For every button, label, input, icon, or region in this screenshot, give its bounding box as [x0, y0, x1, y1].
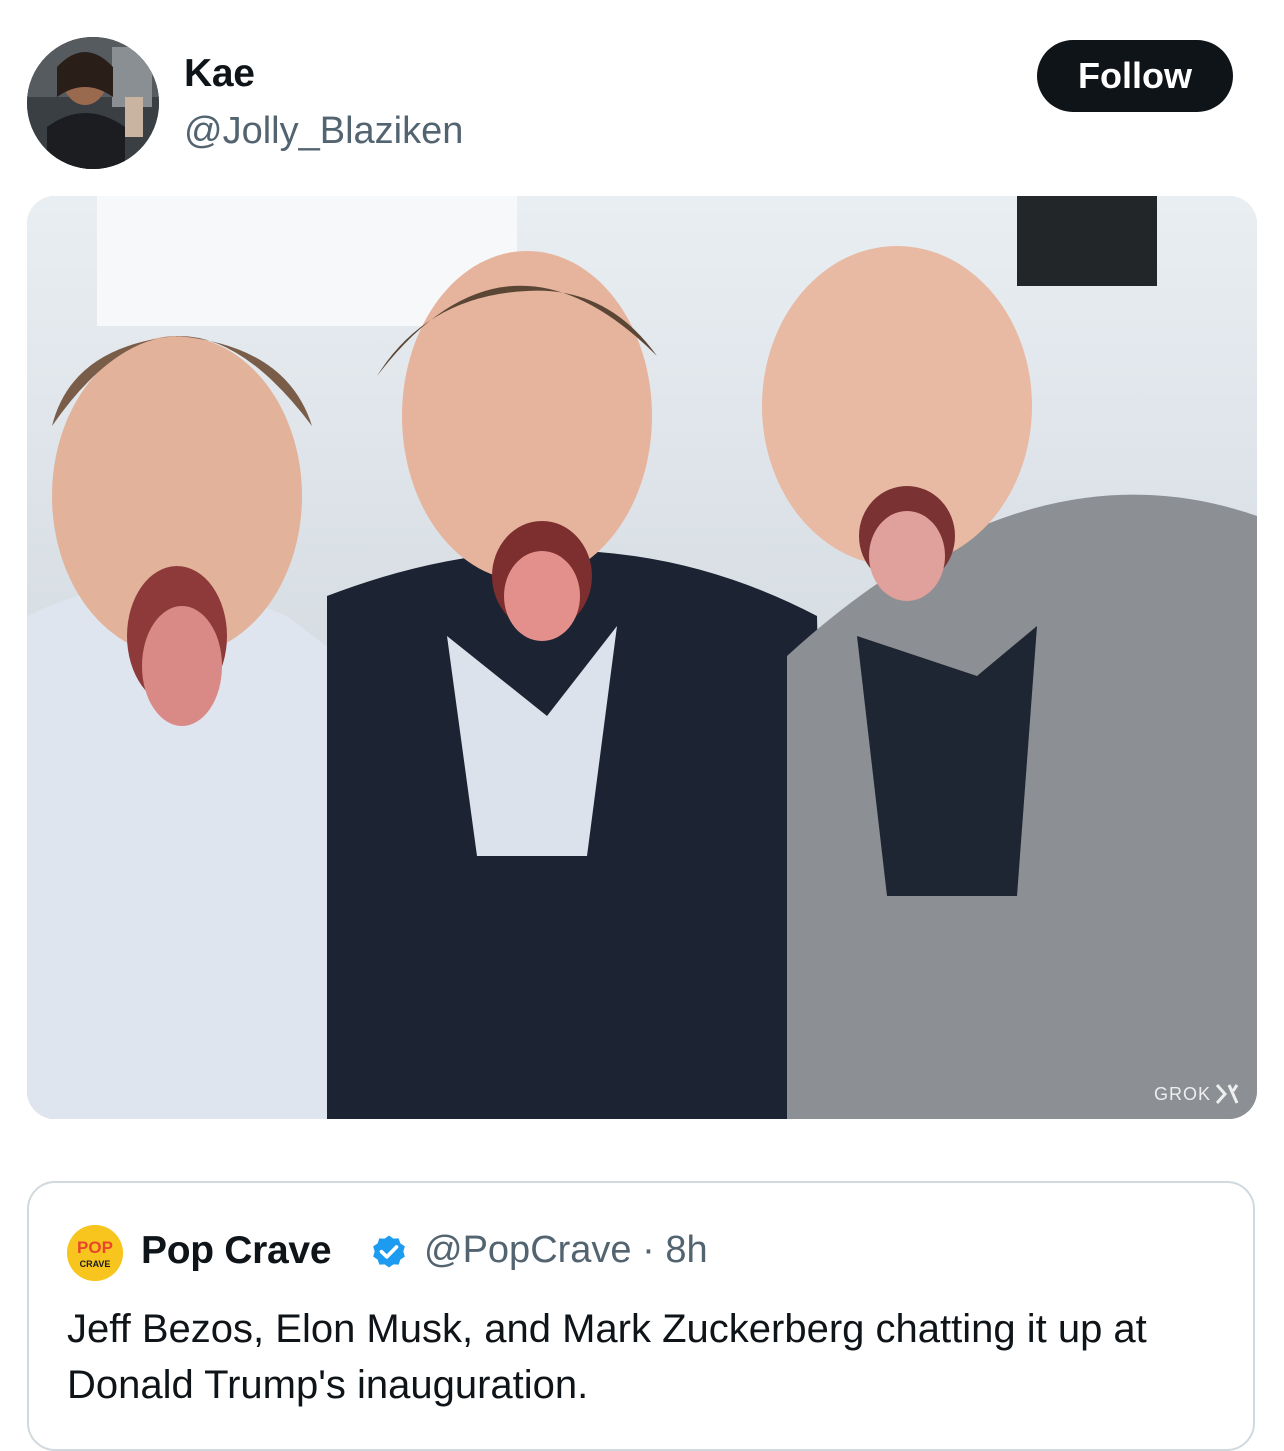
post-image[interactable]: GROK — [27, 196, 1257, 1119]
selfie-image — [27, 196, 1257, 1119]
quoted-author-handle[interactable]: @PopCrave — [424, 1229, 632, 1271]
quoted-post-text: Jeff Bezos, Elon Musk, and Mark Zuckerbe… — [67, 1307, 1147, 1407]
author-avatar[interactable] — [27, 37, 159, 169]
author-handle[interactable]: @Jolly_Blaziken — [184, 110, 463, 153]
logo-text-bottom: CRAVE — [80, 1259, 111, 1269]
watermark-text: GROK — [1153, 1083, 1211, 1104]
verified-badge-icon — [373, 1235, 405, 1268]
avatar-image — [27, 37, 159, 169]
popcrave-avatar[interactable]: POP CRAVE — [67, 1225, 123, 1281]
grok-watermark: GROK — [1154, 1083, 1239, 1105]
meta-separator: · — [642, 1229, 655, 1271]
quoted-post[interactable]: POP CRAVE Pop Crave @PopCrave · 8h Jeff … — [27, 1181, 1255, 1451]
quoted-meta: @PopCrave · 8h — [424, 1229, 708, 1272]
quoted-author-name[interactable]: Pop Crave — [141, 1229, 332, 1273]
xai-logo-icon — [1215, 1084, 1239, 1104]
follow-button[interactable]: Follow — [1037, 40, 1233, 112]
logo-text-top: POP — [77, 1238, 113, 1257]
author-name[interactable]: Kae — [184, 52, 255, 96]
post-timestamp[interactable]: 8h — [665, 1229, 707, 1271]
popcrave-logo-icon: POP CRAVE — [67, 1225, 123, 1281]
post-header: Kae @Jolly_Blaziken Follow — [0, 0, 1284, 190]
